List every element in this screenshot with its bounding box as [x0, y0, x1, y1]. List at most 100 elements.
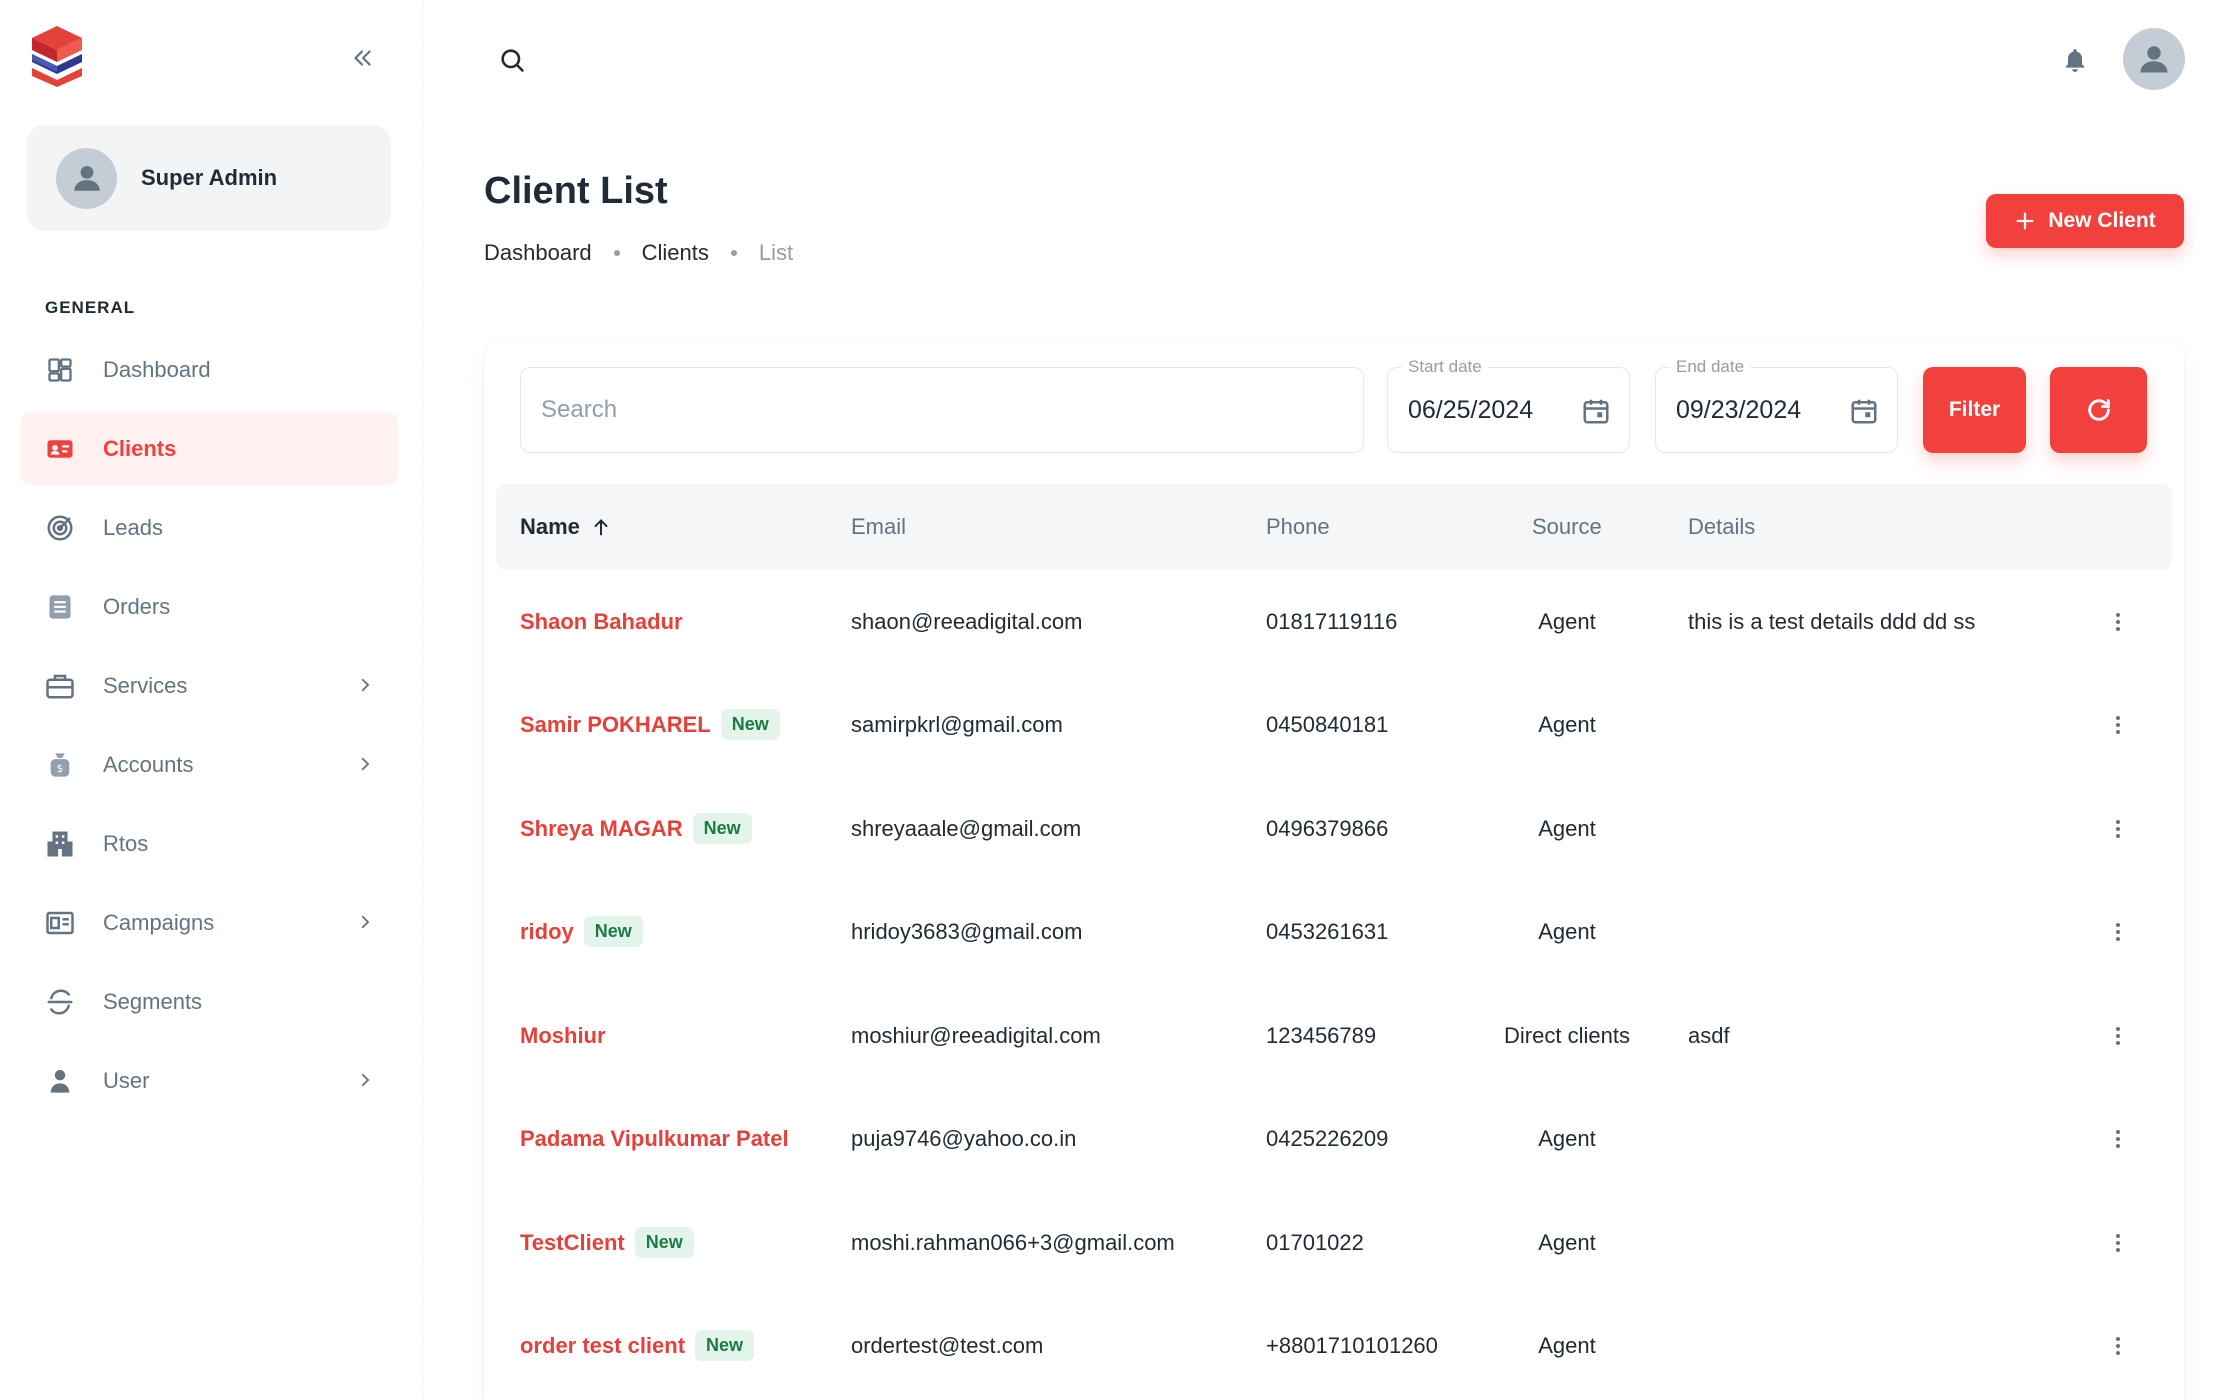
sidebar-item-segments[interactable]: Segments: [20, 965, 398, 1038]
sidebar-item-campaigns[interactable]: Campaigns: [20, 886, 398, 959]
table-row: Shaon Bahadur shaon@reeadigital.com 0181…: [496, 570, 2172, 673]
source-cell: Agent: [1538, 1229, 1596, 1255]
client-name-link[interactable]: TestClient: [520, 1230, 625, 1256]
client-name-link[interactable]: Samir POKHAREL: [520, 712, 711, 738]
row-actions-button[interactable]: [2098, 1119, 2138, 1159]
sidebar-item-label: User: [103, 1067, 150, 1093]
account-card[interactable]: Super Admin: [27, 125, 391, 231]
source-cell: Agent: [1538, 711, 1596, 737]
source-cell: Agent: [1538, 918, 1596, 944]
row-actions-button[interactable]: [2098, 705, 2138, 745]
sidebar-item-services[interactable]: Services: [20, 649, 398, 722]
details-cell: this is a test details ddd dd ss: [1688, 608, 1976, 634]
source-cell: Agent: [1538, 815, 1596, 841]
breadcrumb-list: List: [758, 240, 794, 265]
client-name-link[interactable]: Shaon Bahadur: [520, 609, 683, 635]
client-card-icon: [45, 434, 75, 464]
sidebar-item-orders[interactable]: Orders: [20, 570, 398, 643]
end-date-label: End date: [1670, 357, 1751, 377]
client-name-link[interactable]: order test client: [520, 1333, 685, 1359]
sidebar-item-user[interactable]: User: [20, 1044, 398, 1117]
new-badge: New: [583, 916, 643, 947]
column-header-details: Details: [1688, 514, 1756, 539]
more-vertical-icon: [2116, 923, 2120, 941]
user-avatar[interactable]: [2123, 28, 2185, 90]
person-icon: [73, 165, 100, 191]
more-vertical-icon: [2116, 1337, 2120, 1355]
nav-section-label: GENERAL: [45, 298, 136, 317]
new-client-button[interactable]: New Client: [1986, 194, 2184, 248]
phone-cell: 01701022: [1266, 1229, 1364, 1255]
header-search-button[interactable]: [494, 42, 530, 78]
start-date-value: 06/25/2024: [1408, 396, 1534, 424]
orders-list-icon: [45, 592, 75, 622]
page-title: Client List: [484, 170, 668, 212]
source-cell: Direct clients: [1504, 1022, 1630, 1048]
sidebar-item-leads[interactable]: Leads: [20, 491, 398, 564]
new-badge: New: [695, 1330, 755, 1361]
collapse-sidebar-button[interactable]: [344, 40, 380, 76]
column-header-email: Email: [851, 514, 907, 539]
sidebar: Super Admin GENERAL Dashboard Clients Le…: [0, 0, 423, 1399]
sidebar-nav: Dashboard Clients Leads Orders Services: [20, 333, 398, 1123]
end-date-picker[interactable]: End date 09/23/2024: [1655, 357, 1898, 453]
email-cell: moshi.rahman066+3@gmail.com: [851, 1229, 1175, 1255]
row-actions-button[interactable]: [2098, 602, 2138, 642]
sidebar-item-label: Dashboard: [103, 356, 211, 382]
start-date-picker[interactable]: Start date 06/25/2024: [1387, 357, 1630, 453]
email-cell: shaon@reeadigital.com: [851, 608, 1083, 634]
campaign-icon: [45, 908, 75, 938]
table-row: Padama Vipulkumar Patel puja9746@yahoo.c…: [496, 1087, 2172, 1190]
phone-cell: +8801710101260: [1266, 1332, 1438, 1358]
row-actions-button[interactable]: [2098, 809, 2138, 849]
client-name-link[interactable]: Padama Vipulkumar Patel: [520, 1126, 789, 1152]
dashboard-icon: [45, 355, 75, 385]
source-cell: Agent: [1538, 608, 1596, 634]
reset-filters-button[interactable]: [2050, 367, 2147, 453]
more-vertical-icon: [2116, 1027, 2120, 1045]
breadcrumb-separator: [730, 250, 737, 256]
sidebar-item-clients[interactable]: Clients: [20, 412, 398, 485]
more-vertical-icon: [2116, 1130, 2120, 1148]
client-name-link[interactable]: Moshiur: [520, 1023, 606, 1049]
chevron-right-icon: [354, 1069, 376, 1091]
row-actions-button[interactable]: [2098, 912, 2138, 952]
row-actions-button[interactable]: [2098, 1326, 2138, 1366]
plus-icon: [2014, 210, 2036, 232]
sidebar-item-label: Rtos: [103, 830, 149, 856]
calendar-icon[interactable]: [1847, 394, 1881, 428]
email-cell: moshiur@reeadigital.com: [851, 1022, 1101, 1048]
sidebar-item-label: Orders: [103, 593, 171, 619]
email-cell: puja9746@yahoo.co.in: [851, 1125, 1077, 1151]
person-icon: [2140, 46, 2168, 73]
column-header-name[interactable]: Name: [520, 484, 612, 570]
breadcrumb-dashboard[interactable]: Dashboard: [484, 240, 592, 266]
table-row: Samir POKHAREL New samirpkrl@gmail.com 04…: [496, 673, 2172, 776]
search-input[interactable]: [520, 367, 1364, 453]
calendar-icon[interactable]: [1579, 394, 1613, 428]
sidebar-item-label: Campaigns: [103, 909, 215, 935]
sidebar-item-label: Accounts: [103, 751, 194, 777]
app-logo[interactable]: [28, 24, 86, 88]
sidebar-item-accounts[interactable]: $ Accounts: [20, 728, 398, 801]
bell-icon: [2065, 49, 2085, 72]
client-name-cell: TestClient New: [520, 1191, 694, 1294]
phone-cell: 0496379866: [1266, 815, 1389, 841]
client-name-link[interactable]: ridoy: [520, 919, 574, 945]
phone-cell: 0453261631: [1266, 918, 1389, 944]
client-name-cell: Moshiur: [520, 984, 606, 1087]
money-bag-icon: $: [45, 750, 75, 780]
chevron-right-icon: [354, 911, 376, 933]
row-actions-button[interactable]: [2098, 1016, 2138, 1056]
svg-text:$: $: [57, 763, 64, 775]
email-cell: shreyaaale@gmail.com: [851, 815, 1082, 841]
breadcrumb-clients[interactable]: Clients: [642, 240, 709, 266]
column-header-phone: Phone: [1266, 514, 1330, 539]
filter-button[interactable]: Filter: [1923, 367, 2026, 453]
sidebar-item-dashboard[interactable]: Dashboard: [20, 333, 398, 406]
row-actions-button[interactable]: [2098, 1223, 2138, 1263]
client-name-link[interactable]: Shreya MAGAR: [520, 816, 683, 842]
sidebar-item-rtos[interactable]: Rtos: [20, 807, 398, 880]
notifications-button[interactable]: [2057, 42, 2093, 78]
column-header-label: Name: [520, 514, 580, 539]
